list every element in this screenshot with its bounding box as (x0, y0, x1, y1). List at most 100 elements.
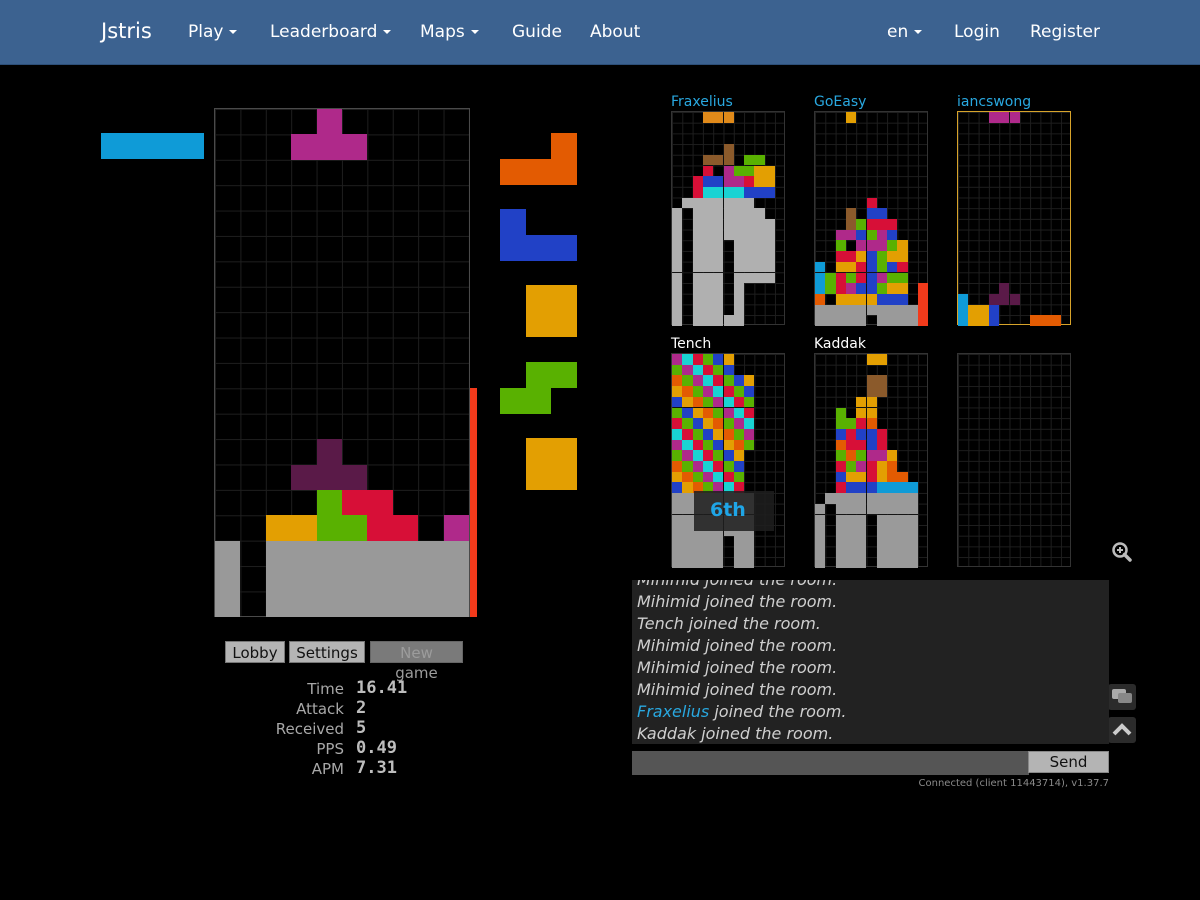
mini-block (744, 176, 755, 187)
new-game-button[interactable]: New game (370, 641, 463, 682)
mini-block (835, 418, 846, 429)
mini-block (815, 283, 826, 294)
brand-logo[interactable]: Jstris (101, 19, 152, 43)
mini-block (866, 283, 877, 294)
mini-block (887, 514, 898, 526)
mini-block (988, 304, 1000, 316)
mini-block (682, 418, 693, 429)
queue-block (525, 159, 552, 185)
nav-play[interactable]: Play (188, 22, 238, 42)
mini-block (713, 251, 724, 262)
mini-block (672, 304, 683, 316)
mini-block (672, 354, 683, 365)
chat-user-link[interactable]: Fraxelius (637, 702, 709, 721)
mini-block (907, 546, 918, 558)
mini-block (835, 546, 846, 558)
nav-maps[interactable]: Maps (420, 22, 479, 42)
mini-block (835, 229, 846, 241)
mini-block (682, 450, 693, 461)
mini-block (733, 208, 745, 219)
mini-block (672, 525, 683, 536)
mini-block (897, 240, 908, 252)
mini-block (856, 315, 867, 326)
mini-block (866, 461, 877, 472)
mini-block (672, 557, 683, 568)
mini-block (764, 176, 775, 187)
mini-block (672, 428, 683, 440)
mini-block (682, 354, 693, 365)
garbage-block (215, 566, 241, 592)
mini-block (692, 197, 703, 209)
mini-block (876, 461, 888, 472)
send-button[interactable]: Send (1028, 751, 1109, 773)
nav-register[interactable]: Register (1030, 22, 1100, 42)
mini-block (682, 364, 693, 376)
mini-block (815, 503, 826, 515)
lobby-button[interactable]: Lobby (225, 641, 285, 663)
mini-block (733, 546, 745, 558)
mini-block (733, 396, 745, 408)
mini-block (733, 535, 745, 547)
settings-button[interactable]: Settings (289, 641, 365, 663)
stat-label: Attack (296, 700, 344, 718)
mini-block (744, 186, 755, 198)
nav-leaderboard[interactable]: Leaderboard (270, 22, 392, 42)
garbage-block (316, 540, 342, 567)
garbage-block (291, 566, 317, 592)
mini-block (672, 503, 683, 515)
queue-block (500, 235, 526, 261)
mini-block (845, 546, 857, 558)
nav-guide[interactable]: Guide (512, 22, 562, 42)
mini-block (764, 261, 775, 273)
mini-block (845, 283, 857, 294)
mini-block (835, 272, 846, 284)
nav-language[interactable]: en (887, 22, 923, 42)
chat-input[interactable] (632, 751, 1029, 775)
mini-block (866, 386, 877, 397)
mini-block (713, 546, 724, 558)
mini-block (672, 450, 683, 461)
mini-block (672, 407, 683, 419)
chevron-up-icon[interactable] (1108, 717, 1136, 743)
garbage-block (265, 540, 292, 567)
mini-block (876, 482, 888, 494)
mini-block (754, 154, 765, 166)
mini-block (764, 165, 775, 177)
active-piece-block (316, 109, 342, 135)
mini-block (723, 315, 734, 326)
garbage-block (316, 591, 342, 617)
mini-block (682, 493, 693, 504)
garbage-block (418, 591, 444, 617)
mini-block (887, 546, 898, 558)
magnifier-plus-icon[interactable] (1110, 540, 1134, 564)
mini-block (702, 261, 714, 273)
stack-block (316, 490, 342, 516)
mini-block (692, 461, 703, 472)
queue-block (525, 388, 552, 414)
mini-block (825, 304, 836, 316)
mini-block (918, 304, 929, 316)
mini-block (754, 176, 765, 187)
mini-block (897, 315, 908, 326)
opponent-board (957, 111, 1071, 326)
chat-bubbles-icon[interactable] (1108, 684, 1136, 710)
mini-block (754, 165, 765, 177)
garbage-block (392, 540, 419, 567)
mini-block (702, 450, 714, 461)
mini-block (723, 208, 734, 219)
mini-block (815, 293, 826, 305)
mini-block (845, 428, 857, 440)
mini-block (692, 471, 703, 483)
mini-block (682, 503, 693, 515)
nav-login[interactable]: Login (954, 22, 1000, 42)
nav-about[interactable]: About (590, 22, 640, 42)
mini-block (672, 514, 683, 526)
queue-piece (500, 285, 577, 337)
mini-block (733, 386, 745, 397)
mini-block (876, 272, 888, 284)
chat-log[interactable]: Mihimid joined the room. Mihimid joined … (632, 580, 1109, 744)
mini-block (897, 304, 908, 316)
mini-block (856, 240, 867, 252)
opponent-board: 6th (671, 353, 785, 568)
mini-block (856, 450, 867, 461)
